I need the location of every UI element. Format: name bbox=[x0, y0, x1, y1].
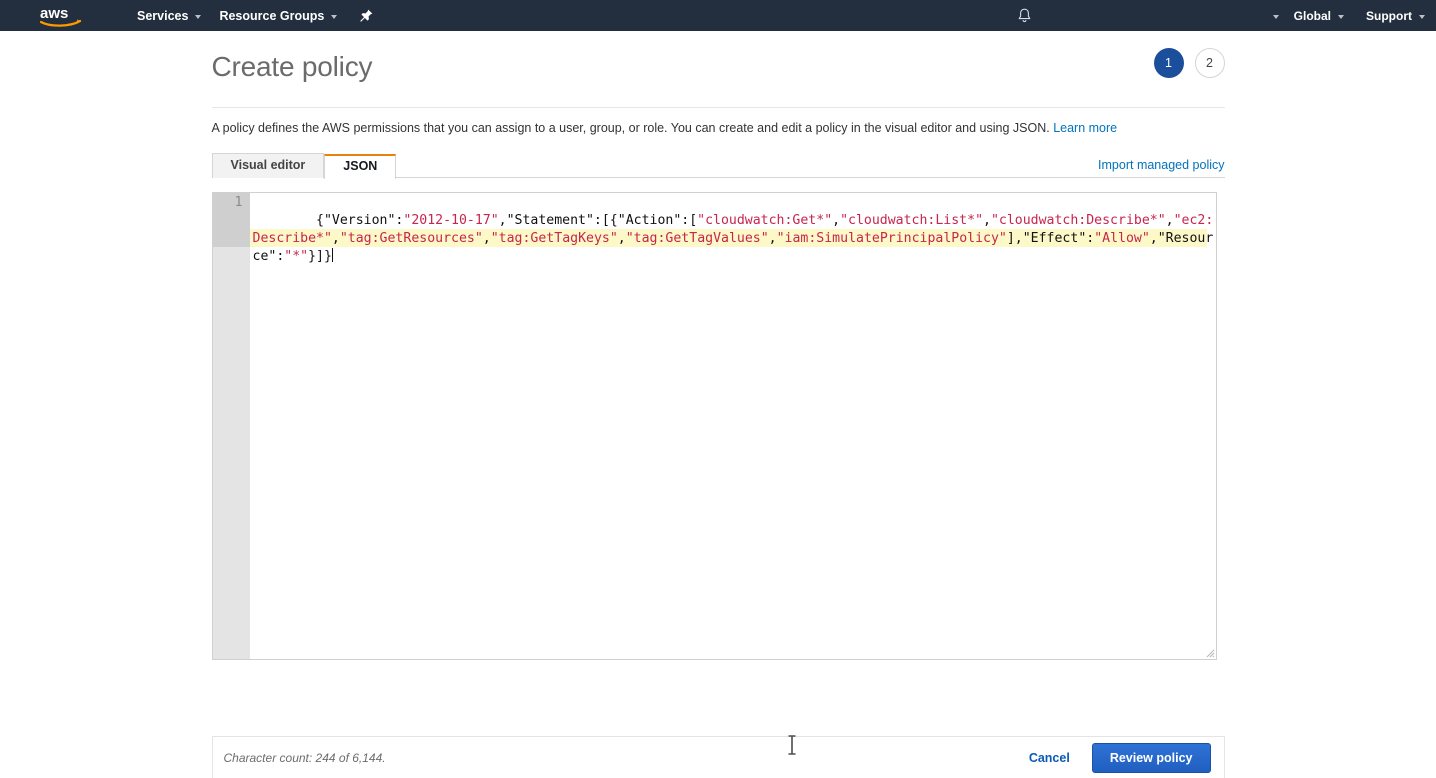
json-string-token: "Allow" bbox=[1094, 231, 1150, 246]
chevron-down-icon bbox=[195, 14, 202, 19]
pin-icon[interactable] bbox=[360, 0, 373, 31]
step-1-indicator[interactable]: 1 bbox=[1153, 48, 1184, 78]
json-punct-token: , bbox=[832, 213, 841, 228]
editor-code-text: {"Version":"2012-10-17","Statement":[{"A… bbox=[253, 213, 1214, 264]
editor-resize-grip[interactable] bbox=[1204, 647, 1215, 658]
cancel-button[interactable]: Cancel bbox=[1015, 745, 1084, 771]
json-punct-token: , bbox=[768, 231, 777, 246]
page-description-text: A policy defines the AWS permissions tha… bbox=[211, 121, 1050, 135]
support-label: Support bbox=[1366, 8, 1412, 23]
json-string-token: "cloudwatch:Describe*" bbox=[990, 213, 1166, 228]
nav-left-group: aws Services Resource Groups bbox=[0, 0, 373, 31]
import-managed-policy-link[interactable]: Import managed policy bbox=[1098, 158, 1224, 172]
json-string-token: "tag:GetTagValues" bbox=[625, 231, 769, 246]
nav-services-menu[interactable]: Services bbox=[128, 0, 210, 31]
text-caret bbox=[331, 248, 333, 262]
editor-gutter-active-region bbox=[212, 193, 250, 247]
chevron-down-icon bbox=[1338, 14, 1344, 19]
page-footer: Character count: 244 of 6,144. Cancel Re… bbox=[0, 736, 1436, 778]
top-navigation-bar: aws Services Resource Groups Global Supp… bbox=[0, 0, 1436, 31]
json-string-token: "tag:GetResources" bbox=[339, 231, 483, 246]
bell-icon bbox=[1018, 8, 1031, 22]
region-label: Global bbox=[1293, 8, 1331, 23]
json-punct-token: , bbox=[983, 213, 991, 228]
json-string-token: "cloudwatch:Get*" bbox=[697, 213, 833, 228]
json-policy-editor[interactable]: 1 {"Version":"2012-10-17","Statement":[{… bbox=[211, 192, 1217, 660]
page-content: Create policy 1 2 A policy defines the A… bbox=[0, 31, 1436, 755]
notifications-bell-button[interactable] bbox=[1017, 0, 1032, 31]
support-menu[interactable]: Support bbox=[1355, 0, 1436, 31]
chevron-down-icon bbox=[1419, 14, 1425, 19]
json-string-token: "cloudwatch:List*" bbox=[840, 213, 984, 228]
tab-json[interactable]: JSON bbox=[324, 154, 397, 179]
step-2-indicator[interactable]: 2 bbox=[1194, 48, 1225, 78]
json-string-token: "iam:SimulatePrincipalPolicy" bbox=[776, 231, 1007, 246]
policy-editor-container: 1 {"Version":"2012-10-17","Statement":[{… bbox=[211, 178, 1225, 755]
nav-right-group: Global Support bbox=[1262, 0, 1436, 31]
editor-code-area[interactable]: {"Version":"2012-10-17","Statement":[{"A… bbox=[250, 193, 1216, 659]
page-title: Create policy bbox=[211, 51, 373, 82]
nav-resource-groups-label: Resource Groups bbox=[219, 8, 325, 23]
character-count-text: Character count: 244 of 6,144. bbox=[223, 750, 386, 765]
json-string-token: "*" bbox=[284, 249, 309, 264]
json-punct-token: }]} bbox=[308, 249, 332, 264]
chevron-down-icon bbox=[1272, 14, 1279, 19]
json-string-token: "tag:GetTagKeys" bbox=[490, 231, 618, 246]
page-header: Create policy 1 2 bbox=[212, 31, 1225, 83]
nav-resource-groups-menu[interactable]: Resource Groups bbox=[210, 0, 346, 31]
json-punct-token: , bbox=[1165, 213, 1174, 228]
tab-bar: Visual editor JSON Import managed policy bbox=[211, 153, 1225, 179]
json-punct-token: {"Version": bbox=[316, 213, 404, 228]
footer-bar: Character count: 244 of 6,144. Cancel Re… bbox=[211, 736, 1225, 778]
mouse-text-cursor bbox=[788, 735, 795, 755]
tab-visual-editor[interactable]: Visual editor bbox=[211, 153, 325, 178]
json-punct-token: ],"Effect": bbox=[1006, 231, 1095, 246]
review-policy-button[interactable]: Review policy bbox=[1091, 742, 1211, 773]
json-punct-token: ,"Statement":[{"Action":[ bbox=[498, 213, 698, 228]
json-string-token: "2012-10-17" bbox=[403, 213, 499, 228]
nav-services-label: Services bbox=[137, 8, 189, 23]
region-selector[interactable]: Global bbox=[1283, 0, 1355, 31]
page-description: A policy defines the AWS permissions tha… bbox=[212, 108, 1225, 136]
json-punct-token: , bbox=[617, 231, 626, 246]
svg-text:aws: aws bbox=[40, 5, 68, 22]
tab-list: Visual editor JSON bbox=[211, 153, 1225, 179]
learn-more-link[interactable]: Learn more bbox=[1053, 121, 1117, 135]
account-menu[interactable] bbox=[1262, 0, 1283, 31]
aws-logo[interactable]: aws bbox=[30, 0, 92, 31]
json-punct-token: , bbox=[331, 231, 340, 246]
chevron-down-icon bbox=[331, 14, 338, 19]
editor-line-number: 1 bbox=[234, 195, 243, 210]
editor-gutter: 1 bbox=[212, 193, 250, 659]
json-punct-token: , bbox=[482, 231, 491, 246]
step-indicator: 1 2 bbox=[1153, 48, 1225, 78]
